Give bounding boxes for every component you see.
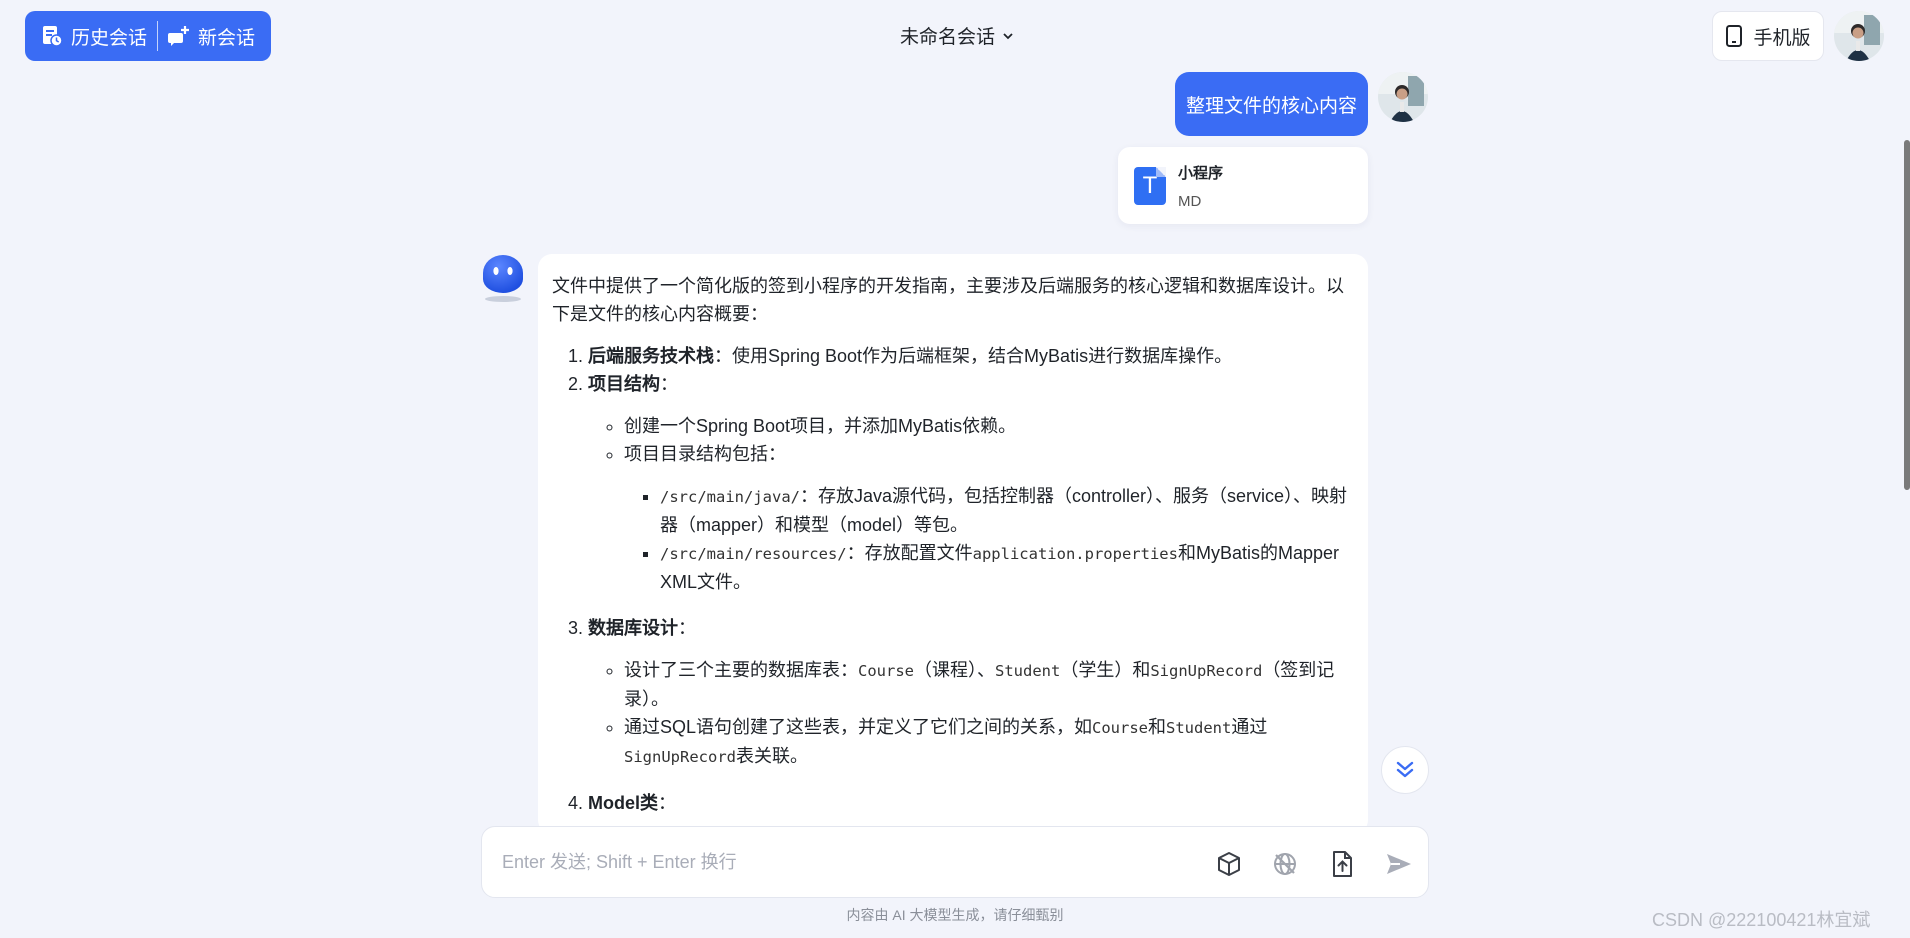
bot-message-card: 文件中提供了一个简化版的签到小程序的开发指南，主要涉及后端服务的核心逻辑和数据库…: [538, 254, 1368, 834]
list-item: 项目目录结构包括： /src/main/java/：存放Java源代码，包括控制…: [624, 440, 1354, 596]
item-text: ：使用Spring Boot作为后端框架，结合MyBatis进行数据库操作。: [714, 346, 1233, 366]
file-icon-letter: T: [1142, 171, 1158, 199]
item-colon: ：: [660, 374, 678, 394]
file-upload-icon[interactable]: [1327, 849, 1357, 879]
item-text: 项目目录结构包括：: [624, 444, 786, 464]
list-item: /src/main/resources/：存放配置文件application.p…: [660, 539, 1354, 596]
user-message-text: 整理文件的核心内容: [1185, 95, 1357, 117]
inline-code: SignUpRecord: [1150, 662, 1263, 680]
scroll-to-bottom-button[interactable]: [1381, 746, 1429, 794]
ai-disclaimer: 内容由 AI 大模型生成，请仔细甄别: [846, 907, 1064, 923]
mobile-version-button[interactable]: 手机版: [1712, 11, 1824, 61]
list-item: 项目结构： 创建一个Spring Boot项目，并添加MyBatis依赖。 项目…: [588, 370, 1354, 596]
inline-code: /src/main/resources/: [660, 545, 847, 563]
new-chat-icon: [168, 26, 190, 46]
history-button[interactable]: 历史会话: [35, 23, 153, 50]
list-item: 创建一个Spring Boot项目，并添加MyBatis依赖。: [624, 412, 1354, 440]
sub-list: 设计了三个主要的数据库表：Course（课程）、Student（学生）和Sign…: [588, 656, 1354, 771]
list-item: 设计了三个主要的数据库表：Course（课程）、Student（学生）和Sign…: [624, 656, 1354, 713]
list-item: 后端服务技术栈：使用Spring Boot作为后端框架，结合MyBatis进行数…: [588, 342, 1354, 370]
bot-avatar-icon: [483, 255, 523, 302]
phone-icon: [1726, 25, 1743, 47]
user-message-bubble: 整理文件的核心内容: [1175, 72, 1368, 136]
inline-code: /src/main/java/: [660, 488, 800, 506]
send-icon[interactable]: [1384, 849, 1414, 879]
item-colon: ：: [658, 793, 676, 813]
avatar-photo: [1834, 11, 1884, 61]
item-text: 通过: [1231, 717, 1268, 737]
message-user-avatar: [1378, 72, 1428, 122]
list-item: 数据库设计： 设计了三个主要的数据库表：Course（课程）、Student（学…: [588, 614, 1354, 771]
item-text: 和: [1148, 717, 1167, 737]
bot-intro: 文件中提供了一个简化版的签到小程序的开发指南，主要涉及后端服务的核心逻辑和数据库…: [552, 276, 1344, 324]
page-scrollbar[interactable]: [1904, 140, 1910, 490]
new-chat-button[interactable]: 新会话: [162, 23, 261, 50]
item-text: 表关联。: [735, 746, 808, 766]
sub-list: 创建一个Spring Boot项目，并添加MyBatis依赖。 项目目录结构包括…: [588, 412, 1354, 596]
chevron-down-icon: [1003, 32, 1013, 39]
mobile-label: 手机版: [1753, 27, 1811, 49]
list-item: Model类：: [588, 789, 1354, 817]
inline-code: Course: [1092, 719, 1149, 737]
list-item: /src/main/java/：存放Java源代码，包括控制器（controll…: [660, 482, 1354, 539]
avatar-photo: [1378, 72, 1428, 122]
summary-list: 后端服务技术栈：使用Spring Boot作为后端框架，结合MyBatis进行数…: [552, 342, 1354, 817]
cube-icon[interactable]: [1214, 849, 1244, 879]
file-info: 小程序 MD: [1178, 162, 1223, 210]
top-bar: 历史会话 新会话 未命名会话 手机版: [0, 0, 1910, 72]
inline-code: SignUpRecord: [624, 748, 736, 766]
item-text: （课程）、: [914, 660, 995, 680]
left-action-group: 历史会话 新会话: [25, 11, 272, 61]
item-text: ：存放配置文件: [846, 543, 973, 563]
inline-code: Course: [858, 662, 914, 680]
history-icon: [43, 26, 63, 47]
double-chevron-down-icon: [1396, 761, 1414, 778]
file-type: MD: [1178, 192, 1202, 210]
new-chat-label: 新会话: [198, 27, 256, 49]
item-text: 通过SQL语句创建了这些表，并定义了它们之间的关系，如: [624, 717, 1093, 737]
message-input[interactable]: [500, 841, 1140, 883]
item-title: 后端服务技术栈: [588, 346, 714, 366]
file-name: 小程序: [1178, 164, 1224, 182]
item-text: 设计了三个主要的数据库表：: [624, 660, 858, 680]
sub-sub-list: /src/main/java/：存放Java源代码，包括控制器（controll…: [624, 482, 1354, 596]
item-colon: ：: [678, 618, 696, 638]
item-title: Model类: [588, 793, 658, 813]
user-avatar[interactable]: [1834, 11, 1884, 61]
divider: [157, 21, 159, 51]
history-label: 历史会话: [71, 27, 148, 49]
conversation-title-dropdown[interactable]: 未命名会话: [900, 22, 1015, 49]
item-text: （学生）和: [1060, 660, 1151, 680]
text-file-icon: T: [1134, 166, 1166, 205]
list-item: 通过SQL语句创建了这些表，并定义了它们之间的关系，如Course和Studen…: [624, 713, 1354, 771]
inline-code: Student: [995, 662, 1061, 680]
attached-file-card[interactable]: T 小程序 MD: [1118, 147, 1368, 224]
csdn-watermark: CSDN @222100421林宜斌: [1652, 910, 1871, 930]
item-title: 项目结构: [588, 374, 660, 394]
message-input-box: [481, 826, 1429, 898]
inline-code: Student: [1166, 719, 1232, 737]
globe-off-icon[interactable]: [1270, 849, 1300, 879]
conversation-title: 未命名会话: [900, 27, 996, 48]
item-title: 数据库设计: [588, 618, 678, 638]
inline-code: application.properties: [972, 545, 1178, 563]
